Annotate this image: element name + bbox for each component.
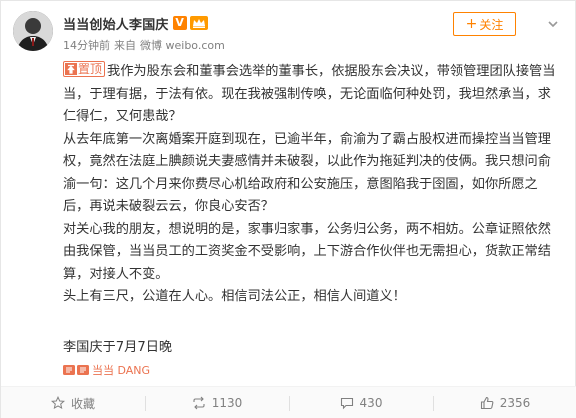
pin-icon: [65, 63, 77, 75]
favorite-button[interactable]: 收藏: [1, 387, 145, 418]
follow-label: 关注: [479, 17, 504, 32]
follow-button[interactable]: + 关注: [453, 12, 516, 36]
star-icon: [50, 396, 65, 410]
link-source-icon: [63, 364, 89, 376]
like-count: 2356: [499, 396, 531, 410]
repost-button[interactable]: 1130: [145, 387, 289, 418]
vip-crown-icon[interactable]: [189, 16, 208, 30]
verified-badge-icon[interactable]: V: [172, 16, 187, 30]
post-source[interactable]: 微博 weibo.com: [140, 37, 225, 53]
comment-button[interactable]: 430: [289, 387, 433, 418]
post-paragraph: 对关心我的朋友，想说明的是，家事归家事，公务归公务，两不相妨。公章证照依然由我保…: [63, 221, 551, 282]
chevron-down-icon[interactable]: [546, 17, 560, 31]
post-paragraph-1-text: 我作为股东会和董事会选举的董事长，依据股东会决议，带领管理团队接管当当，于理有据…: [63, 64, 556, 124]
like-button[interactable]: 2356: [433, 387, 576, 418]
pinned-label: 置顶: [78, 62, 103, 76]
weibo-card: 当当创始人李国庆 V 14分钟前 来自 微博 weibo.com + 关注 置顶…: [0, 0, 576, 418]
post-time[interactable]: 14分钟前: [63, 37, 110, 53]
plus-icon: +: [465, 16, 478, 32]
thumbs-up-icon: [480, 396, 494, 410]
repost-icon: [193, 396, 205, 410]
post-meta: 14分钟前 来自 微博 weibo.com: [63, 37, 225, 53]
action-bar: 收藏 1130 430 2356: [1, 386, 576, 418]
source-link[interactable]: 当当 DANG: [63, 362, 150, 378]
post-paragraph: 头上有三尺，公道在人心。相信司法公正，相信人间道义！: [63, 289, 406, 304]
avatar[interactable]: [13, 11, 53, 51]
comment-count: 430: [359, 396, 383, 410]
comment-icon: [340, 397, 353, 410]
post-paragraph: 从去年底第一次离婚案开庭到现在，已逾半年，俞渝为了霸占股权进而操控当当管理权，竟…: [63, 131, 551, 215]
user-name-row: 当当创始人李国庆 V: [63, 14, 208, 33]
repost-count: 1130: [211, 396, 243, 410]
source-prefix: 来自: [114, 39, 136, 52]
pinned-tag: 置顶: [63, 61, 106, 77]
post-signature: 李国庆于7月7日晚: [63, 340, 173, 355]
favorite-label: 收藏: [70, 396, 95, 411]
user-name[interactable]: 当当创始人李国庆: [63, 14, 169, 33]
post-content: 置顶 我作为股东会和董事会选举的董事长，依据股东会决议，带领管理团队接管当当，于理…: [63, 61, 563, 309]
post-paragraph: 置顶 我作为股东会和董事会选举的董事长，依据股东会决议，带领管理团队接管当当，于理…: [63, 61, 563, 129]
source-link-text: 当当 DANG: [92, 364, 151, 377]
